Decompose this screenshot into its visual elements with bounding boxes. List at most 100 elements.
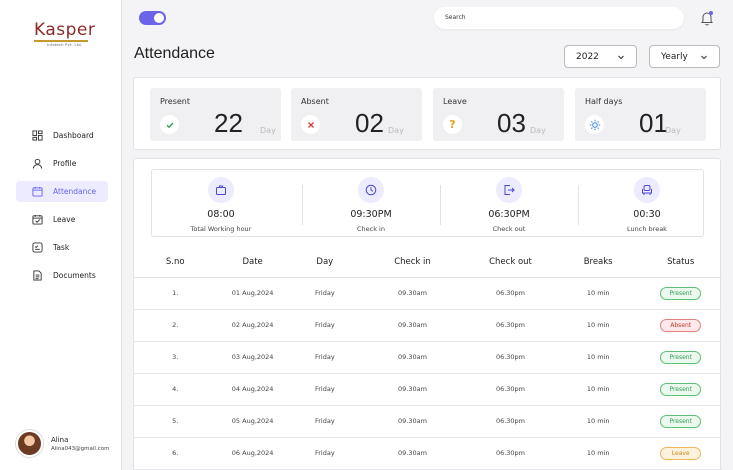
cell-sno: 2. — [134, 309, 217, 342]
sidebar-item-label: Profile — [53, 159, 77, 168]
table-row[interactable]: 4. 04 Aug,2024 Friday 09.30am 06.30pm 10… — [134, 373, 722, 406]
table-row[interactable]: 5. 05 Aug,2024 Friday 09.30am 06.30pm 10… — [134, 405, 722, 438]
attendance-panel: 08:00 Total Working hour 09:30PM Check i… — [133, 158, 722, 470]
sidebar-item-leave[interactable]: Leave — [16, 209, 108, 230]
sidebar-item-profile[interactable]: Profile — [16, 153, 108, 174]
cell-breaks: 10 min — [556, 373, 640, 406]
status-badge: Present — [660, 414, 702, 428]
cell-breaks: 10 min — [556, 309, 640, 342]
cell-check-out: 06.30pm — [464, 309, 557, 342]
notification-bell-icon[interactable] — [700, 10, 714, 26]
timing-check-out: 06:30PM Check out — [440, 170, 578, 238]
cell-day: Friday — [288, 437, 361, 470]
sidebar-item-label: Task — [53, 243, 70, 252]
cell-status: Leave — [639, 437, 722, 470]
chevron-down-icon — [701, 55, 707, 59]
card-label: Half days — [585, 97, 623, 106]
cell-sno: 6. — [134, 437, 217, 470]
sidebar-item-label: Leave — [53, 215, 76, 224]
logo-subtext: Infotech Pvt. Ltd. — [47, 43, 83, 47]
cell-breaks: 10 min — [556, 437, 640, 470]
timing-value: 00:30 — [633, 209, 661, 220]
attendance-table: S.no Date Day Check in Check out Breaks … — [134, 247, 722, 470]
cell-check-out: 06.30pm — [464, 341, 557, 374]
profile-icon — [32, 158, 43, 169]
calendar-check-icon — [32, 214, 43, 225]
cross-icon — [301, 115, 320, 134]
dashboard-icon — [32, 130, 43, 141]
cell-check-in: 09.30am — [360, 309, 465, 342]
period-select-value: Yearly — [661, 51, 688, 62]
status-badge: Present — [660, 286, 702, 300]
cell-date: 03 Aug,2024 — [216, 341, 289, 374]
toggle-knob — [154, 13, 164, 23]
cell-status: Present — [639, 405, 722, 438]
cell-date: 06 Aug,2024 — [216, 437, 289, 470]
column-header: Check out — [464, 247, 557, 278]
cell-breaks: 10 min — [556, 277, 640, 310]
table-row[interactable]: 1. 01 Aug,2024 Friday 09.30am 06.30pm 10… — [134, 277, 722, 310]
search-input[interactable]: Search — [434, 7, 684, 29]
sidebar-item-attendance[interactable]: Attendance — [16, 181, 108, 202]
cell-check-in: 09.30am — [360, 437, 465, 470]
cell-check-out: 06.30pm — [464, 405, 557, 438]
timing-label: Check out — [492, 225, 526, 233]
sidebar-item-task[interactable]: Task — [16, 237, 108, 258]
chair-icon — [634, 177, 660, 203]
timing-value: 09:30PM — [350, 209, 392, 220]
timing-working-hour: 08:00 Total Working hour — [152, 170, 290, 238]
company-logo[interactable]: Kasper Infotech Pvt. Ltd. — [34, 22, 95, 47]
cell-breaks: 10 min — [556, 341, 640, 374]
cell-day: Friday — [288, 309, 361, 342]
year-select[interactable]: 2022 — [564, 45, 637, 68]
exit-icon — [496, 177, 522, 203]
sidebar-item-documents[interactable]: Documents — [16, 265, 108, 286]
summary-card-half-days: Half days 01 Day — [575, 88, 706, 141]
cell-day: Friday — [288, 405, 361, 438]
sidebar-item-label: Dashboard — [53, 131, 94, 140]
timing-value: 06:30PM — [488, 209, 530, 220]
card-unit: Day — [530, 126, 546, 135]
cell-day: Friday — [288, 373, 361, 406]
table-row[interactable]: 6. 06 Aug,2024 Friday 09.30am 06.30pm 10… — [134, 437, 722, 470]
theme-toggle[interactable] — [139, 11, 166, 25]
cell-day: Friday — [288, 277, 361, 310]
avatar[interactable] — [16, 430, 43, 457]
card-value: 22 — [214, 108, 243, 138]
task-icon — [32, 242, 43, 253]
card-value: 03 — [497, 108, 526, 138]
sidebar: Kasper Infotech Pvt. Ltd. Dashboard Prof… — [0, 0, 122, 470]
timing-label: Total Working hour — [190, 225, 252, 233]
search-placeholder: Search — [445, 14, 466, 21]
summary-card-present: Present 22 Day — [150, 88, 281, 141]
sidebar-item-label: Documents — [53, 271, 96, 280]
document-icon — [33, 270, 42, 281]
clock-icon — [358, 177, 384, 203]
status-badge: Leave — [660, 446, 702, 460]
table-row[interactable]: 2. 02 Aug,2024 Friday 09.30am 06.30pm 10… — [134, 309, 722, 342]
column-header: Breaks — [556, 247, 640, 278]
sidebar-nav: Dashboard Profile Attendance Leave Task … — [16, 125, 108, 293]
card-label: Leave — [443, 97, 467, 106]
timing-lunch-break: 00:30 Lunch break — [578, 170, 716, 238]
table-body: 1. 01 Aug,2024 Friday 09.30am 06.30pm 10… — [134, 277, 722, 470]
calendar-icon — [32, 186, 43, 197]
sidebar-item-dashboard[interactable]: Dashboard — [16, 125, 108, 146]
timing-summary: 08:00 Total Working hour 09:30PM Check i… — [151, 169, 704, 237]
period-select[interactable]: Yearly — [649, 45, 720, 68]
logo-underline — [34, 40, 88, 42]
cell-status: Present — [639, 341, 722, 374]
card-unit: Day — [388, 126, 404, 135]
briefcase-icon — [208, 177, 234, 203]
chevron-down-icon — [618, 55, 624, 59]
attendance-summary: Present 22 Day Absent 02 Day Leave ? 03 … — [133, 77, 721, 150]
table-row[interactable]: 3. 03 Aug,2024 Friday 09.30am 06.30pm 10… — [134, 341, 722, 374]
column-header: Check in — [360, 247, 465, 278]
timing-label: Check in — [357, 225, 385, 233]
cell-sno: 1. — [134, 277, 217, 310]
cell-sno: 3. — [134, 341, 217, 374]
summary-card-leave: Leave ? 03 Day — [433, 88, 564, 141]
column-header: S.no — [134, 247, 217, 278]
user-profile[interactable]: Alina Alina043@gmail.com — [16, 430, 109, 457]
table-header-row: S.no Date Day Check in Check out Breaks … — [134, 247, 722, 278]
